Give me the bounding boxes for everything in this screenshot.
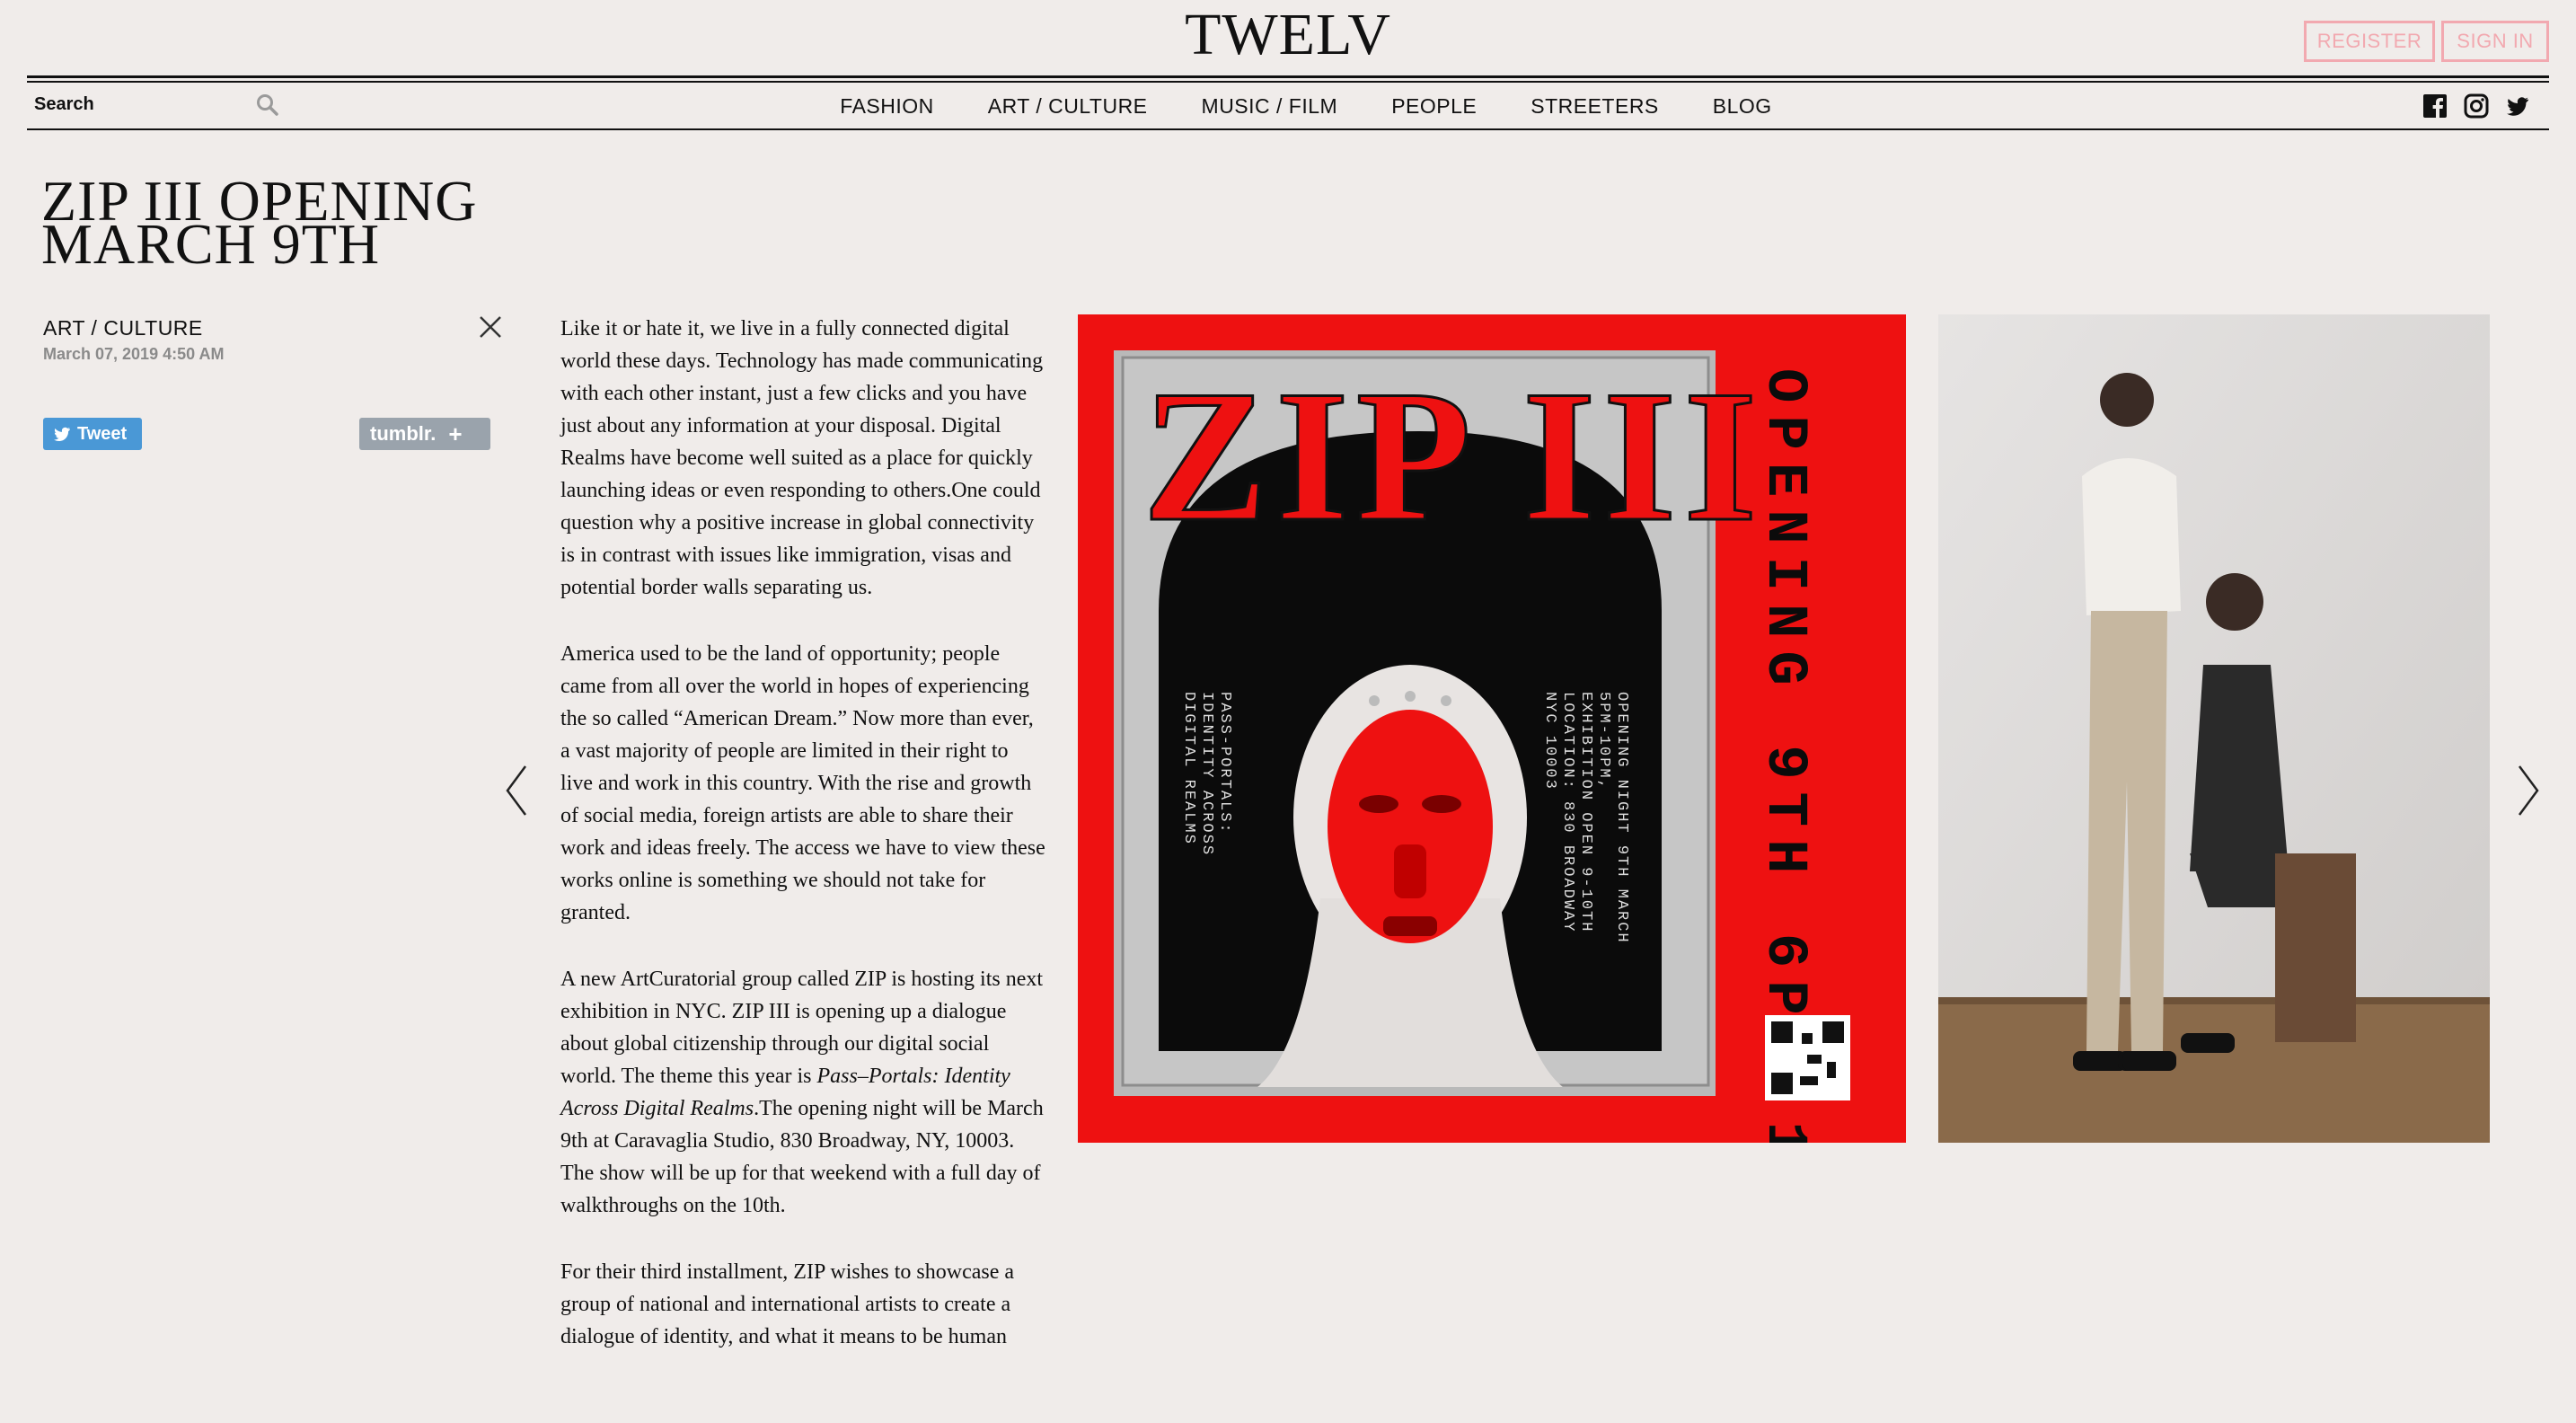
svg-text:LOCATION: 830 BROADWAY: LOCATION: 830 BROADWAY: [1559, 692, 1576, 932]
article-category-link[interactable]: ART / CULTURE: [43, 316, 203, 340]
header-rule: [27, 75, 2549, 78]
paragraph: Like it or hate it, we live in a fully c…: [560, 317, 1044, 599]
svg-text:IDENTITY ACROSS: IDENTITY ACROSS: [1198, 692, 1215, 856]
poster-theme: PASS-PORTALS: IDENTITY ACROSS DIGITAL RE…: [1180, 692, 1233, 856]
nav-item-music-film[interactable]: MUSIC / FILM: [1202, 92, 1338, 120]
twitter-icon[interactable]: [2505, 93, 2530, 119]
paragraph: For their third installment, ZIP wishes …: [560, 1260, 1015, 1348]
register-button[interactable]: REGISTER: [2304, 21, 2435, 62]
exhibition-poster-image[interactable]: ZIP III OPENING 9TH 6PM-10PM OPENING NIG…: [1078, 314, 1906, 1143]
header-rule: [27, 81, 2549, 83]
nav-item-streeters[interactable]: STREETERS: [1531, 92, 1659, 120]
paragraph: A new ArtCuratorial group called ZIP is …: [560, 968, 1044, 1217]
svg-text:EXHIBITION OPEN 9-10TH: EXHIBITION OPEN 9-10TH: [1577, 692, 1594, 932]
article-body: Like it or hate it, we live in a fully c…: [560, 313, 1045, 1387]
tweet-label: Tweet: [77, 423, 128, 444]
svg-text:DIGITAL REALMS: DIGITAL REALMS: [1180, 692, 1197, 845]
svg-text:5PM-10PM,: 5PM-10PM,: [1595, 692, 1612, 791]
chevron-right-icon[interactable]: [2515, 764, 2542, 818]
nav-item-people[interactable]: PEOPLE: [1391, 92, 1477, 120]
portrait-photo-image[interactable]: [1938, 314, 2490, 1143]
tumblr-label: tumblr.: [370, 422, 437, 445]
twitter-bird-icon: [54, 427, 70, 442]
paragraph: America used to be the land of opportuni…: [560, 642, 1045, 924]
plus-icon: +: [448, 420, 463, 447]
facebook-icon[interactable]: [2422, 93, 2448, 119]
svg-text:NYC 10003: NYC 10003: [1541, 692, 1558, 791]
svg-text:PASS-PORTALS:: PASS-PORTALS:: [1216, 692, 1233, 835]
qr-code-icon: [1765, 1015, 1850, 1100]
nav-item-blog[interactable]: BLOG: [1713, 92, 1772, 120]
page-title: ZIP III OPENING MARCH 9TH: [41, 169, 478, 276]
svg-text:OPENING NIGHT 9TH MARCH: OPENING NIGHT 9TH MARCH: [1613, 692, 1630, 944]
site-logo[interactable]: TWELV: [0, 4, 2576, 66]
sign-in-button[interactable]: SIGN IN: [2441, 21, 2549, 62]
tumblr-share-button[interactable]: tumblr. +: [359, 418, 490, 450]
close-icon[interactable]: [476, 313, 505, 341]
poster-title: ZIP III: [1142, 352, 1764, 561]
chevron-left-icon[interactable]: [503, 764, 530, 818]
article-date: March 07, 2019 4:50 AM: [43, 345, 225, 363]
main-nav: FASHION ART / CULTURE MUSIC / FILM PEOPL…: [0, 92, 2576, 120]
nav-rule: [27, 128, 2549, 130]
nav-item-fashion[interactable]: FASHION: [840, 92, 933, 120]
tweet-button[interactable]: Tweet: [43, 418, 142, 450]
instagram-icon[interactable]: [2464, 93, 2489, 119]
nav-item-art-culture[interactable]: ART / CULTURE: [988, 92, 1148, 120]
